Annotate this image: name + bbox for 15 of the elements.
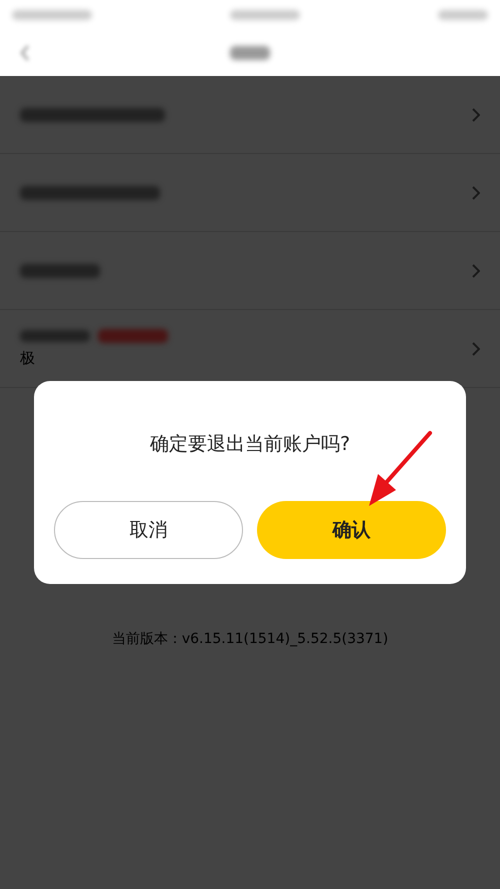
cancel-button[interactable]: 取消: [54, 501, 243, 559]
back-icon[interactable]: [20, 45, 30, 61]
confirm-button[interactable]: 确认: [257, 501, 446, 559]
dialog-message: 确定要退出当前账户吗?: [150, 432, 350, 457]
status-bar-blur: [438, 10, 488, 20]
setting-subtitle: 极: [20, 349, 36, 368]
chevron-icon[interactable]: [472, 186, 480, 200]
page-title-blur: [230, 46, 270, 60]
chevron-icon[interactable]: [472, 342, 480, 356]
status-bar-blur: [230, 10, 300, 20]
tag-blur: [98, 329, 168, 343]
chevron-icon[interactable]: [472, 264, 480, 278]
version-text: 当前版本：v6.15.11(1514)_5.52.5(3371): [110, 630, 390, 648]
setting-label-blur: [20, 330, 90, 342]
chevron-icon[interactable]: [472, 108, 480, 122]
